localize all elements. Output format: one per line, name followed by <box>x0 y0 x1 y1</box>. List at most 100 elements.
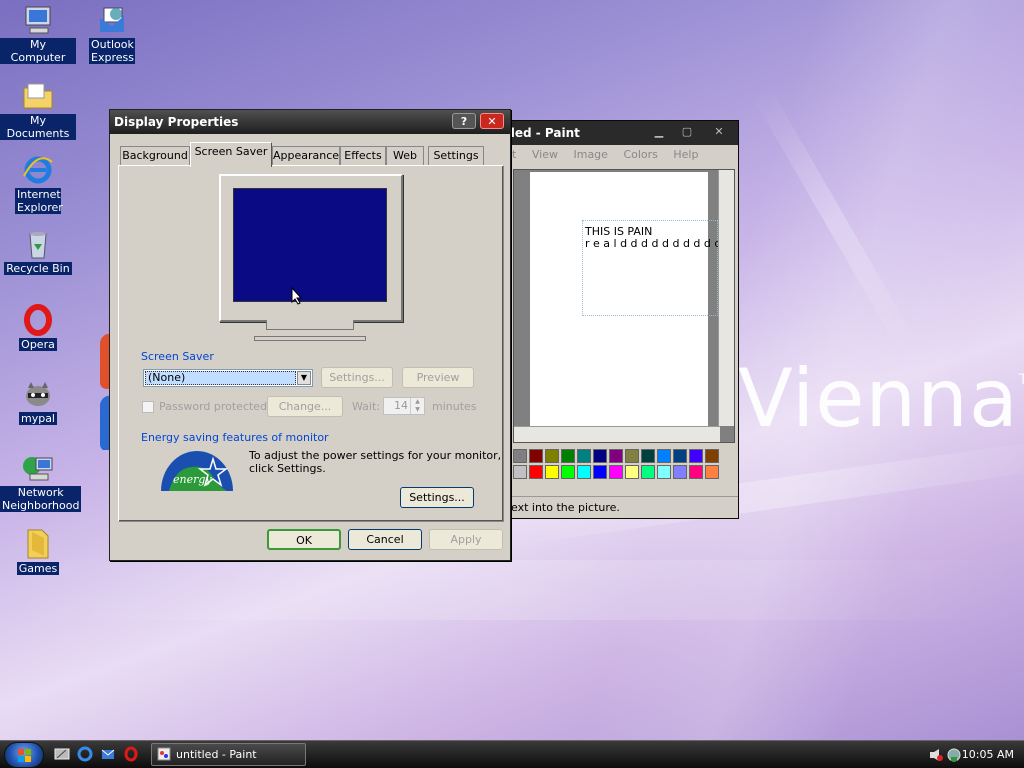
palette-swatch[interactable] <box>641 465 655 479</box>
desktop-icon-opera[interactable]: Opera <box>0 304 76 351</box>
palette-swatch[interactable] <box>689 465 703 479</box>
monitor-base <box>254 336 366 341</box>
screen-saver-value: (None) <box>145 371 296 385</box>
desktop-icon-outlook-express[interactable]: Outlook Express <box>74 4 150 64</box>
cursor-icon <box>291 287 303 305</box>
desktop-icon-label: Network Neighborhood <box>0 486 82 512</box>
palette-swatch[interactable] <box>609 465 623 479</box>
games-folder-icon <box>22 528 54 560</box>
wait-label: Wait: <box>352 400 380 413</box>
taskbar: untitled - Paint 10:05 AM <box>0 740 1024 768</box>
palette-swatch[interactable] <box>577 465 591 479</box>
energy-settings-button[interactable]: Settings... <box>400 487 474 508</box>
palette-swatch[interactable] <box>593 465 607 479</box>
desktop-icon-my-documents[interactable]: My Documents <box>0 80 76 140</box>
menu-view[interactable]: View <box>532 148 558 161</box>
desktop-icon-games[interactable]: Games <box>0 528 76 575</box>
ok-button[interactable]: OK <box>267 529 341 550</box>
palette-swatch[interactable] <box>689 449 703 463</box>
palette-swatch[interactable] <box>561 465 575 479</box>
wait-spinner[interactable]: 14 ▲ ▼ <box>383 397 425 415</box>
tab-settings[interactable]: Settings <box>428 146 484 166</box>
horizontal-scrollbar[interactable] <box>514 426 720 442</box>
palette-swatch[interactable] <box>561 449 575 463</box>
tab-appearance[interactable]: Appearance <box>272 146 340 166</box>
desktop-icon-mypal[interactable]: mypal <box>0 378 76 425</box>
palette-swatch[interactable] <box>577 449 591 463</box>
close-button[interactable]: ✕ <box>480 113 504 129</box>
tray-sound-icon[interactable] <box>928 747 944 763</box>
ie-quicklaunch-icon[interactable] <box>77 746 93 762</box>
menu-image[interactable]: Image <box>573 148 607 161</box>
tray-network-icon[interactable] <box>946 747 962 763</box>
desktop-icon-label: Outlook Express <box>89 38 135 64</box>
palette-swatch[interactable] <box>545 465 559 479</box>
close-icon[interactable]: ✕ <box>709 125 729 139</box>
tab-effects[interactable]: Effects <box>340 146 386 166</box>
palette-swatch[interactable] <box>705 465 719 479</box>
minutes-label: minutes <box>432 400 477 413</box>
tab-screen-saver[interactable]: Screen Saver <box>190 142 272 167</box>
clock[interactable]: 10:05 AM <box>962 741 1014 768</box>
preview-button[interactable]: Preview <box>402 367 474 388</box>
palette-swatch[interactable] <box>513 465 527 479</box>
computer-icon <box>22 4 54 36</box>
minimize-icon[interactable]: ▁ <box>649 125 669 139</box>
screen-saver-settings-button[interactable]: Settings... <box>321 367 393 388</box>
paint-canvas[interactable]: THIS IS PAIN r e a l d d d d d d d d d d… <box>530 172 732 426</box>
apply-button[interactable]: Apply <box>429 529 503 550</box>
desktop-icon-label: mypal <box>18 412 57 425</box>
palette-swatch[interactable] <box>705 449 719 463</box>
chevron-down-icon[interactable]: ▼ <box>297 371 311 385</box>
desktop-icon-my-computer[interactable]: My Computer <box>0 4 76 64</box>
palette-swatch[interactable] <box>545 449 559 463</box>
desktop-icon-recycle-bin[interactable]: Recycle Bin <box>0 228 76 275</box>
opera-quicklaunch-icon[interactable] <box>123 746 139 762</box>
outlook-icon <box>96 4 128 36</box>
palette-swatch[interactable] <box>593 449 607 463</box>
palette-swatch[interactable] <box>673 449 687 463</box>
palette-swatch[interactable] <box>625 465 639 479</box>
palette-swatch[interactable] <box>529 465 543 479</box>
outlook-quicklaunch-icon[interactable] <box>100 746 116 762</box>
paint-titlebar[interactable]: tled - Paint <box>487 121 738 145</box>
desktop-icon-label: Games <box>16 562 60 575</box>
dialog-titlebar[interactable]: Display Properties <box>110 110 510 134</box>
display-properties-dialog[interactable]: Display Properties ? ✕ Background Screen… <box>109 109 511 561</box>
desktop-icon-network-neighborhood[interactable]: Network Neighborhood <box>0 452 82 512</box>
desktop-icon-label: Recycle Bin <box>4 262 72 275</box>
monitor-preview <box>219 174 403 322</box>
desktop-icon-label: Internet Explorer <box>15 188 63 214</box>
password-protected-checkbox[interactable] <box>142 401 154 413</box>
tab-background[interactable]: Background <box>120 146 190 166</box>
palette-swatch[interactable] <box>673 465 687 479</box>
desktop-icon-internet-explorer[interactable]: Internet Explorer <box>0 154 76 214</box>
change-password-button[interactable]: Change... <box>267 396 343 417</box>
recycle-bin-icon <box>22 228 54 260</box>
wallpaper-vienna-text: ViennaTM <box>738 352 1024 445</box>
menu-colors[interactable]: Colors <box>623 148 657 161</box>
preview-screen <box>233 188 387 305</box>
show-desktop-icon[interactable] <box>54 746 70 762</box>
taskbar-item-paint[interactable]: untitled - Paint <box>151 743 306 766</box>
vertical-scrollbar[interactable] <box>718 170 734 426</box>
palette-swatch[interactable] <box>529 449 543 463</box>
palette-swatch[interactable] <box>657 465 671 479</box>
spinner-arrows-icon[interactable]: ▲ ▼ <box>410 398 424 414</box>
palette-swatch[interactable] <box>641 449 655 463</box>
palette-swatch[interactable] <box>513 449 527 463</box>
palette-swatch[interactable] <box>609 449 623 463</box>
palette-swatch[interactable] <box>625 449 639 463</box>
paint-window[interactable]: tled - Paint ▁ ▢ ✕ it View Image Colors … <box>486 120 739 519</box>
help-button[interactable]: ? <box>452 113 476 129</box>
raccoon-icon <box>22 378 54 410</box>
palette-swatch[interactable] <box>657 449 671 463</box>
cancel-button[interactable]: Cancel <box>348 529 422 550</box>
menu-help[interactable]: Help <box>673 148 698 161</box>
maximize-icon[interactable]: ▢ <box>677 125 697 139</box>
energy-star-logo: energy <box>161 447 233 491</box>
screen-saver-dropdown[interactable]: (None) ▼ <box>143 369 313 387</box>
tab-web[interactable]: Web <box>386 146 424 166</box>
text-box[interactable]: THIS IS PAIN r e a l d d d d d d d d d d… <box>582 220 732 316</box>
start-button[interactable] <box>4 742 44 768</box>
